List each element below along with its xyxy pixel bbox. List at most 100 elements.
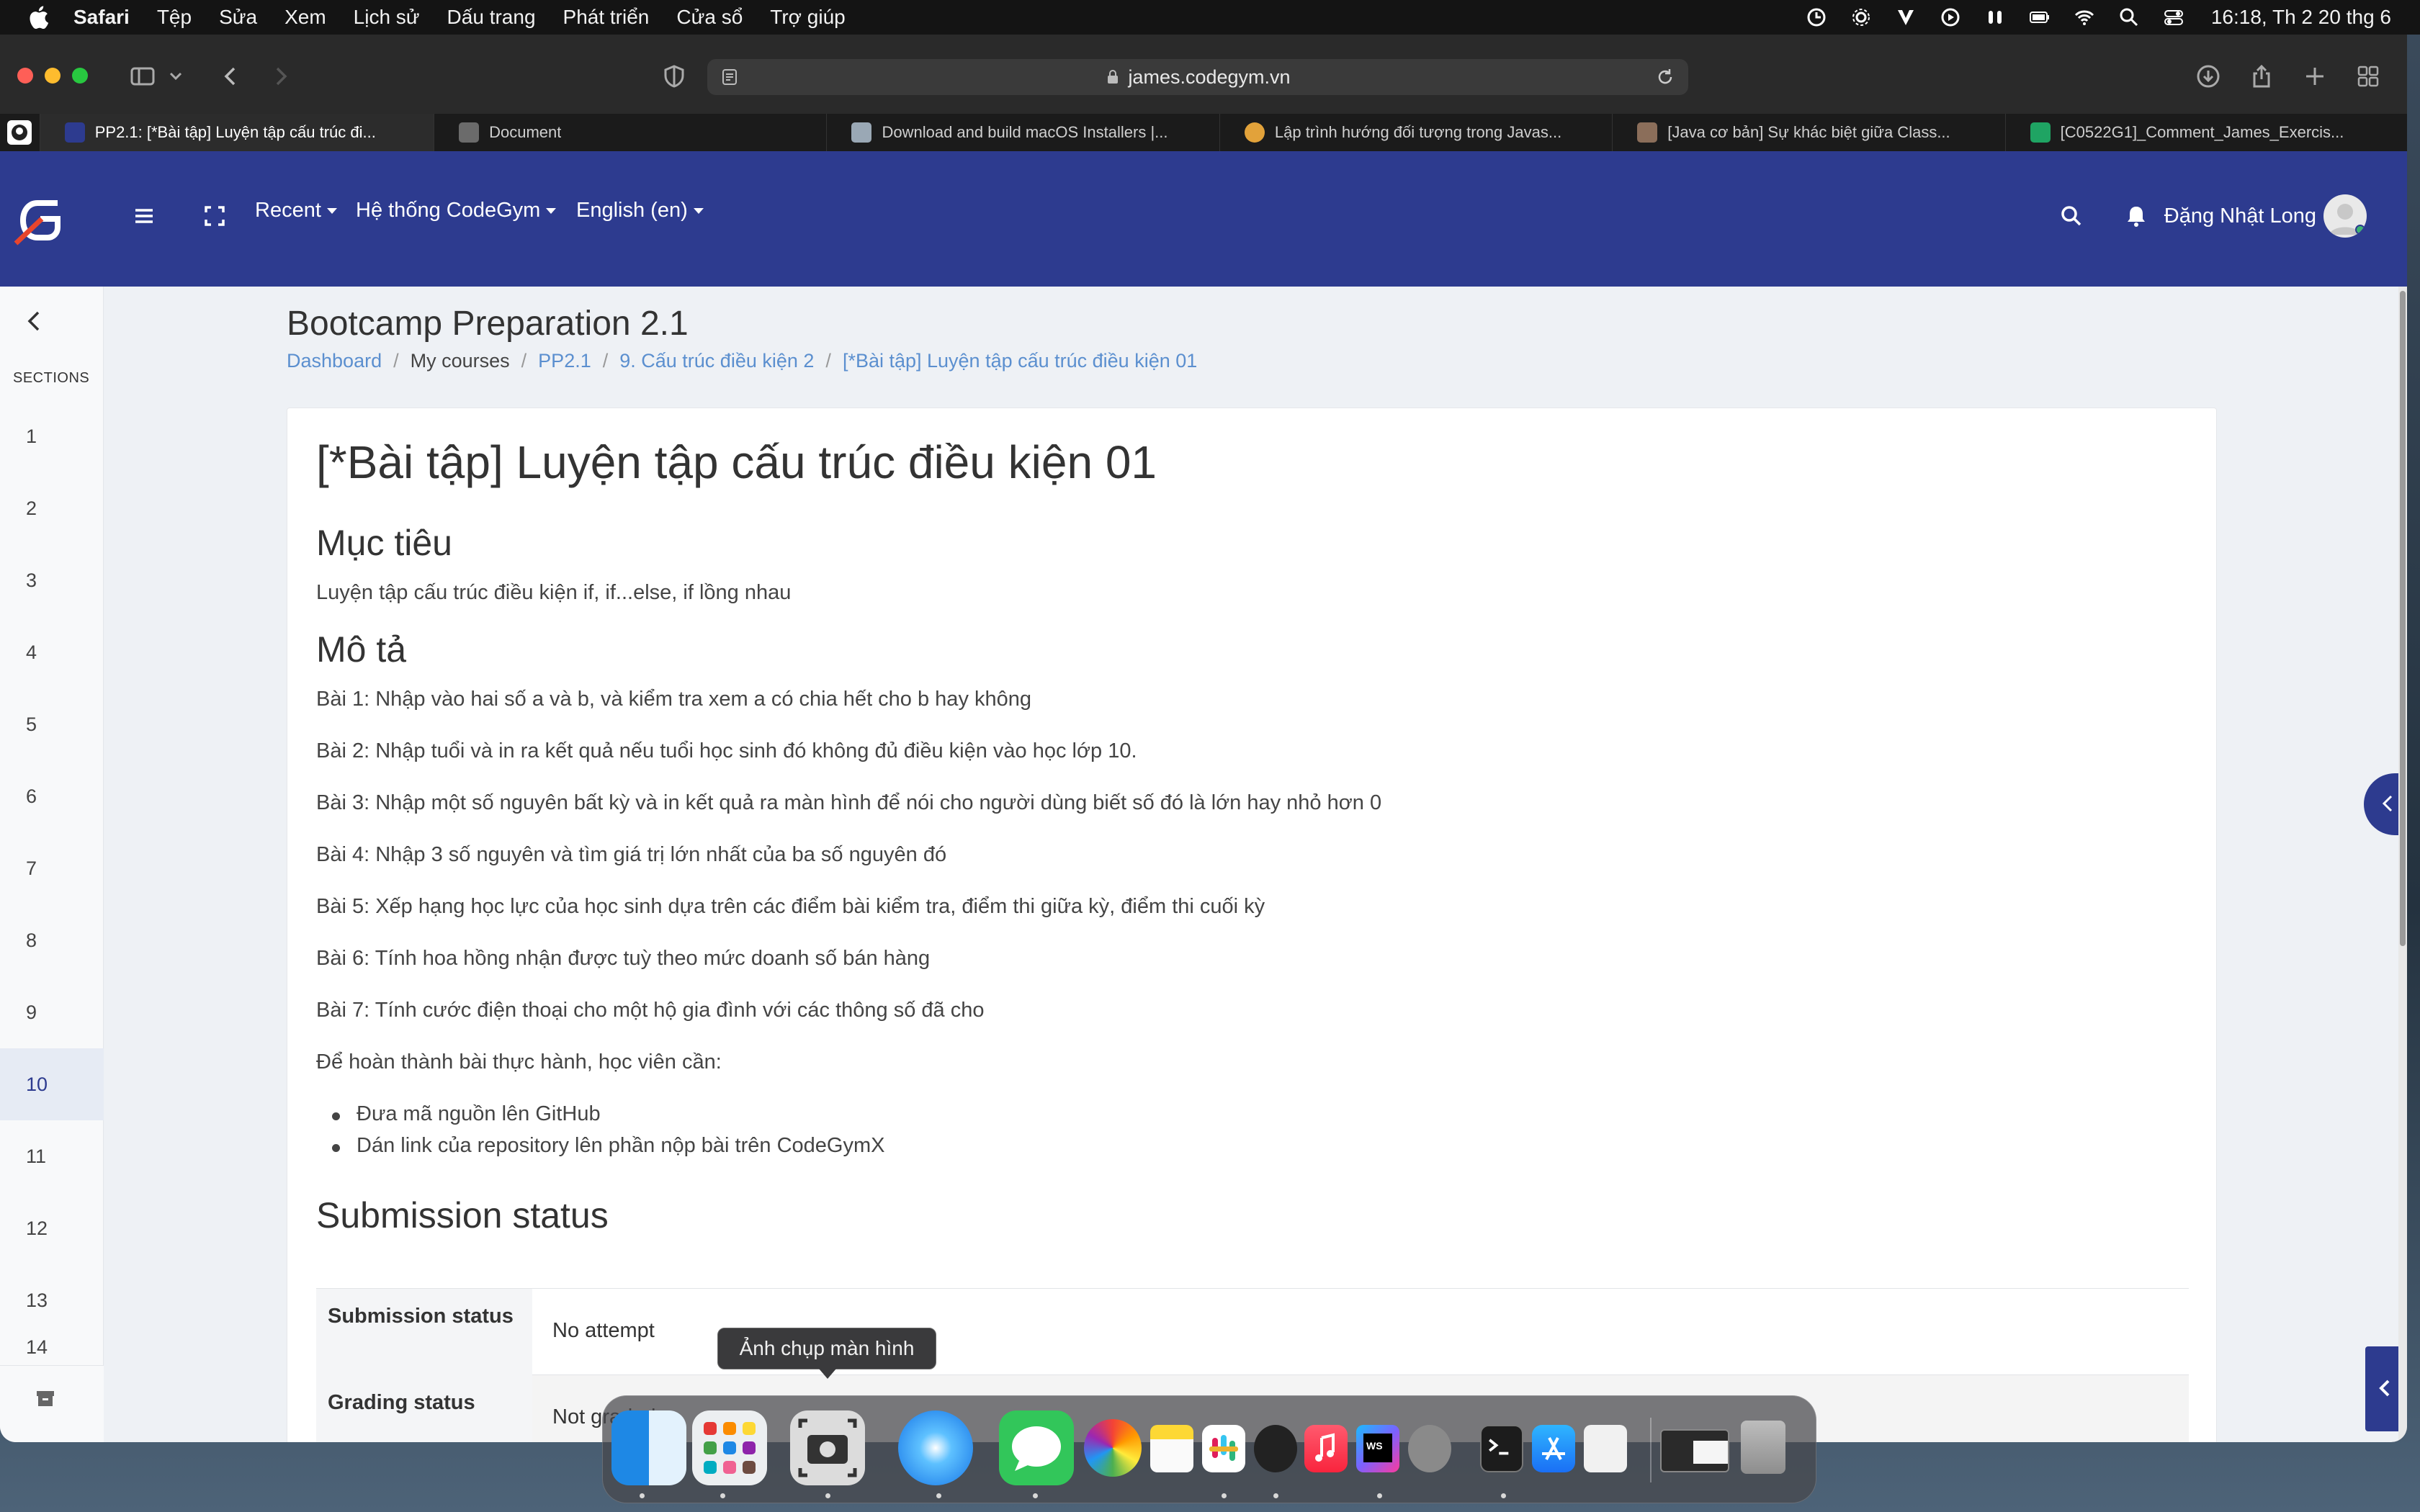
section-item-10[interactable]: 10 xyxy=(0,1048,104,1120)
apple-menu-icon[interactable] xyxy=(27,5,49,30)
menu-window[interactable]: Cửa sổ xyxy=(676,6,743,29)
tab-macos-installers[interactable]: Download and build macOS Installers |... xyxy=(827,114,1220,151)
menu-view[interactable]: Xem xyxy=(284,6,326,29)
section-item-12[interactable]: 12 xyxy=(0,1192,104,1264)
webstorm-icon[interactable]: WS xyxy=(1356,1425,1399,1472)
dock-running-indicator xyxy=(1501,1493,1506,1498)
chevron-down-icon[interactable] xyxy=(167,62,184,91)
forward-icon[interactable] xyxy=(266,62,295,91)
tab-java-class[interactable]: [Java cơ bản] Sự khác biệt giữa Class... xyxy=(1613,114,2006,151)
page-menu-icon[interactable] xyxy=(720,68,739,86)
privacy-shield-icon[interactable] xyxy=(660,62,689,91)
trash-icon[interactable] xyxy=(1741,1421,1785,1474)
breadcrumb-activity[interactable]: [*Bài tập] Luyện tập cấu trúc điều kiện … xyxy=(843,350,1197,372)
section-item-3[interactable]: 3 xyxy=(0,544,104,616)
section-item-11[interactable]: 11 xyxy=(0,1120,104,1192)
section-item-9[interactable]: 9 xyxy=(0,976,104,1048)
menu-develop[interactable]: Phát triển xyxy=(563,6,650,29)
messages-icon[interactable] xyxy=(999,1410,1074,1485)
archive-icon[interactable] xyxy=(35,1387,56,1409)
search-icon[interactable] xyxy=(2058,203,2084,229)
control-center-icon[interactable] xyxy=(2162,6,2185,29)
tab-document[interactable]: Document xyxy=(434,114,828,151)
section-item-5[interactable]: 5 xyxy=(0,688,104,760)
menu-clock[interactable]: 16:18, Th 2 20 thg 6 xyxy=(2211,6,2391,29)
page-body: SECTIONS 1 2 3 4 5 6 7 8 9 10 11 12 13 1… xyxy=(0,287,2407,1442)
github-icon xyxy=(7,120,32,145)
exercise-item: Bài 7: Tính cước điện thoại cho một hộ g… xyxy=(316,999,985,1022)
notification-bell-icon[interactable] xyxy=(2123,203,2149,229)
user-menu[interactable]: Đặng Nhật Long xyxy=(2164,194,2367,238)
airpods-icon[interactable] xyxy=(1984,6,2007,29)
section-item-2[interactable]: 2 xyxy=(0,472,104,544)
address-bar[interactable]: james.codegym.vn xyxy=(707,59,1688,95)
breadcrumb: Dashboard / My courses / PP2.1 / 9. Cấu … xyxy=(287,350,1197,372)
launchpad-icon[interactable] xyxy=(692,1410,767,1485)
reload-icon[interactable] xyxy=(1655,67,1675,87)
row-label: Grading status xyxy=(316,1375,532,1442)
section-item-8[interactable]: 8 xyxy=(0,904,104,976)
hamburger-menu-icon[interactable] xyxy=(131,203,157,229)
section-item-7[interactable]: 7 xyxy=(0,832,104,904)
tab-overview-icon[interactable] xyxy=(2354,62,2383,91)
new-tab-icon[interactable] xyxy=(2300,62,2329,91)
close-window-button[interactable] xyxy=(17,68,33,84)
tab-current[interactable]: PP2.1: [*Bài tập] Luyện tập cấu trúc đi.… xyxy=(40,114,435,151)
minimize-window-button[interactable] xyxy=(45,68,60,84)
course-title: Bootcamp Preparation 2.1 xyxy=(287,305,689,343)
section-item-14[interactable]: 14 xyxy=(0,1336,104,1365)
photos-icon[interactable] xyxy=(1084,1419,1142,1477)
menu-app-name[interactable]: Safari xyxy=(73,6,130,29)
breadcrumb-course[interactable]: PP2.1 xyxy=(538,350,591,372)
notes-icon[interactable] xyxy=(1150,1425,1193,1472)
wifi-icon[interactable] xyxy=(2073,6,2096,29)
music-icon[interactable] xyxy=(1304,1425,1348,1472)
battery-icon[interactable] xyxy=(2028,6,2051,29)
menu-file[interactable]: Tệp xyxy=(157,6,192,29)
spotlight-search-icon[interactable] xyxy=(2118,6,2141,29)
back-icon[interactable] xyxy=(216,62,245,91)
downloads-icon[interactable] xyxy=(2194,62,2223,91)
menu-history[interactable]: Lịch sử xyxy=(354,6,420,29)
section-item-6[interactable]: 6 xyxy=(0,760,104,832)
menu-help[interactable]: Trợ giúp xyxy=(770,6,845,29)
gear-icon[interactable] xyxy=(1850,6,1873,29)
tab-comment-sheet[interactable]: [C0522G1]_Comment_James_Exercis... xyxy=(2006,114,2407,151)
safari-icon[interactable] xyxy=(898,1410,973,1485)
codegym-logo[interactable] xyxy=(13,193,71,248)
logitech-icon[interactable] xyxy=(1254,1425,1297,1472)
play-icon[interactable] xyxy=(1939,6,1962,29)
page-scrollbar[interactable] xyxy=(2398,287,2407,1442)
pinned-tab-github[interactable] xyxy=(0,114,40,151)
dock-running-indicator xyxy=(1033,1493,1038,1498)
app-store-icon[interactable] xyxy=(1532,1425,1575,1472)
section-item-13[interactable]: 13 xyxy=(0,1264,104,1336)
menu-bookmarks[interactable]: Dấu trang xyxy=(447,6,536,29)
window-thumbnail-icon[interactable] xyxy=(1660,1429,1729,1472)
recent-menu[interactable]: Recent xyxy=(255,199,337,222)
vpn-icon[interactable] xyxy=(1894,6,1917,29)
scrollbar-thumb[interactable] xyxy=(2400,291,2406,946)
codegym-system-menu[interactable]: Hệ thống CodeGym xyxy=(356,199,557,222)
status-app-icon[interactable] xyxy=(1805,6,1828,29)
slack-icon[interactable] xyxy=(1202,1425,1245,1472)
screenshot-icon[interactable] xyxy=(790,1410,865,1485)
fullscreen-icon[interactable] xyxy=(202,203,228,229)
terminal-icon[interactable] xyxy=(1480,1425,1523,1472)
section-item-4[interactable]: 4 xyxy=(0,616,104,688)
avatar xyxy=(2323,194,2367,238)
section-item-1[interactable]: 1 xyxy=(0,400,104,472)
script-editor-icon[interactable] xyxy=(1584,1425,1627,1472)
sidebar-toggle-icon[interactable] xyxy=(128,62,157,91)
dock-running-indicator xyxy=(825,1493,830,1498)
breadcrumb-dashboard[interactable]: Dashboard xyxy=(287,350,382,372)
system-settings-icon[interactable] xyxy=(1408,1425,1451,1472)
collapse-drawer-icon[interactable] xyxy=(22,308,48,334)
breadcrumb-section[interactable]: 9. Cấu trúc điều kiện 2 xyxy=(619,350,814,372)
language-menu[interactable]: English ‎(en)‎ xyxy=(576,199,704,222)
share-icon[interactable] xyxy=(2247,62,2276,91)
zoom-window-button[interactable] xyxy=(72,68,88,84)
finder-icon[interactable] xyxy=(611,1410,686,1485)
menu-edit[interactable]: Sửa xyxy=(219,6,257,29)
tab-oop-javascript[interactable]: Lập trình hướng đối tượng trong Javas... xyxy=(1220,114,1613,151)
